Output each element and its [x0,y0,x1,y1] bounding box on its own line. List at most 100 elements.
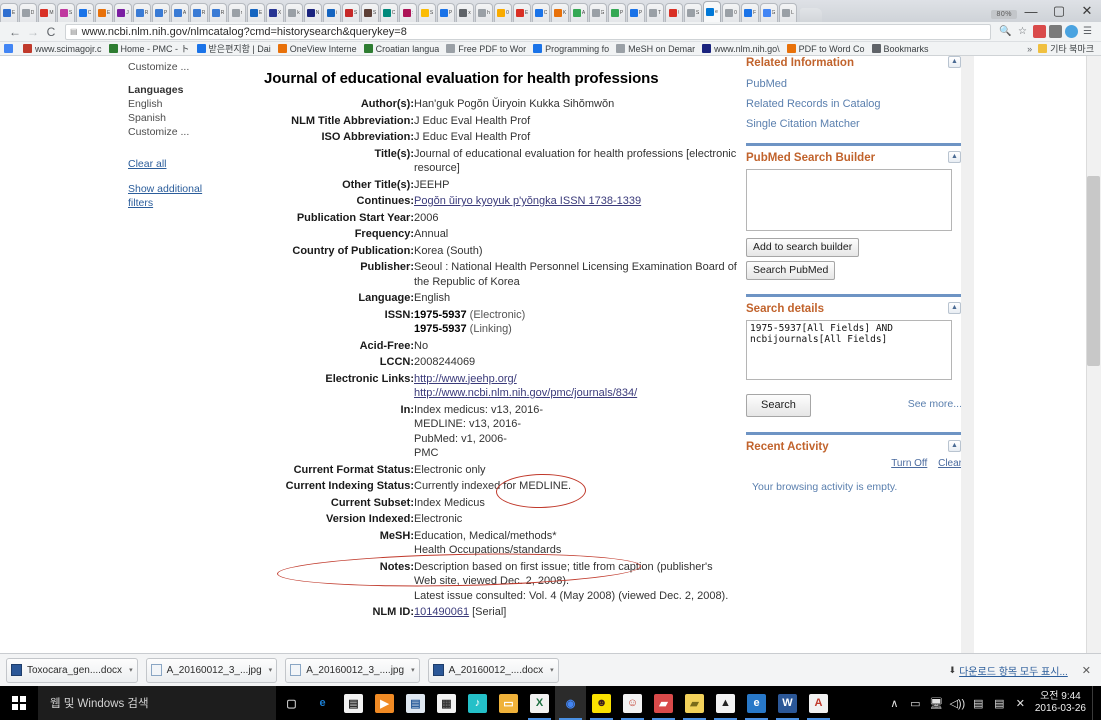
bookmark-item[interactable]: www.nlm.nih.go\ [702,44,780,54]
download-menu-caret[interactable]: ▾ [411,666,415,674]
zoom-icon[interactable]: 🔍 [998,24,1013,39]
clear-all-link[interactable]: Clear all [128,157,228,171]
add-to-search-builder-button[interactable]: Add to search builder [746,238,860,257]
task-view-icon[interactable]: ▢ [276,686,307,720]
tray-network-icon[interactable]: 🖥 [926,686,947,720]
browser-tab[interactable]: 0 [722,3,740,22]
facet-customize-top[interactable]: Customize ... [128,60,228,74]
browser-tab[interactable]: E [95,3,113,22]
tray-notification-badge[interactable]: ✕ [1010,686,1031,720]
browser-tab[interactable]: e [703,1,721,22]
browser-tab[interactable]: R [209,3,227,22]
excel-icon[interactable]: X [524,686,555,720]
window-close-button[interactable]: ✕ [1073,0,1101,22]
browser-tab[interactable]: x [456,3,474,22]
download-item[interactable]: Toxocara_gen....docx ▾ [6,657,138,683]
record-field-line[interactable]: 101490061 [Serial] [414,605,738,620]
back-button[interactable]: ← [6,23,24,41]
see-more-link[interactable]: See more... [908,398,962,410]
other-bookmarks-folder[interactable]: 기타 북마크 [1038,42,1094,55]
show-desktop-button[interactable] [1092,686,1099,720]
bookmark-item[interactable]: Free PDF to Wor [446,44,526,54]
bookmark-item[interactable]: Croatian langua [363,44,439,54]
bookmark-item[interactable]: 받은편지함 | Dai [196,42,271,55]
taskbar-clock[interactable]: 오전 9:44 2016-03-26 [1031,691,1092,715]
browser-tab[interactable]: E [0,3,18,22]
turn-off-link[interactable]: Turn Off [891,458,927,469]
tray-keyboard-icon[interactable]: ▤ [968,686,989,720]
photo-viewer-icon[interactable]: ▲ [710,686,741,720]
collapse-icon[interactable]: ▲ [948,302,961,314]
record-field-line[interactable]: http://www.jeehp.org/ [414,372,738,387]
show-all-downloads-link[interactable]: 다운로드 항목 모두 표시... [959,663,1068,678]
browser-tab[interactable]: C [532,3,550,22]
diamond-extension-icon[interactable] [1065,25,1078,38]
bookmark-apps-grid[interactable] [4,44,16,53]
browser-tab[interactable]: r [228,3,246,22]
window-maximize-button[interactable]: ▢ [1045,0,1073,22]
browser-tab[interactable]: N [304,3,322,22]
browser-tab[interactable]: / [665,3,683,22]
new-tab-button[interactable] [800,8,822,22]
browser-tab[interactable]: h [475,3,493,22]
clear-link[interactable]: Clear [938,458,962,469]
collapse-icon[interactable]: ▲ [948,56,961,68]
chrome-menu-icon[interactable]: ☰ [1080,24,1095,39]
download-menu-caret[interactable]: ▾ [550,666,554,674]
browser-tab[interactable]: S [418,3,436,22]
store-icon[interactable]: ▤ [338,686,369,720]
endnote-icon[interactable]: ▰ [648,686,679,720]
browser-tab[interactable]: G [589,3,607,22]
tray-action-center-icon[interactable]: ▤ [989,686,1010,720]
contacts-icon[interactable]: ▤ [400,686,431,720]
text-extension-icon[interactable] [1049,25,1062,38]
download-item[interactable]: A_20160012_3_....jpg ▾ [285,657,420,683]
show-additional-filters-link[interactable]: Show additional filters [128,182,228,210]
browser-tab[interactable]: P [608,3,626,22]
pdf-extension-icon[interactable] [1033,25,1046,38]
forward-button[interactable]: → [24,23,42,41]
browser-tab[interactable]: G [760,3,778,22]
bookmark-item[interactable]: OneView Interne [277,44,357,54]
bookmark-item[interactable]: www.scimagojr.c [23,44,102,54]
record-field-line[interactable]: http://www.ncbi.nlm.nih.gov/pmc/journals… [414,386,738,401]
edge-pinned-icon[interactable]: e [741,686,772,720]
browser-tab[interactable]: J [114,3,132,22]
facet-language-item[interactable]: Spanish [128,111,228,125]
panel-scroll-track[interactable] [961,56,974,653]
browser-tab[interactable]: X [266,3,284,22]
browser-tab[interactable]: S [57,3,75,22]
browser-tab[interactable]: C [76,3,94,22]
taskbar-search-box[interactable]: 웹 및 Windows 검색 [38,686,276,720]
browser-tab[interactable]: S [684,3,702,22]
address-bar[interactable]: ▤ www.ncbi.nlm.nih.gov/nlmcatalog?cmd=hi… [65,23,991,40]
browser-tab[interactable]: P [152,3,170,22]
page-info-icon[interactable]: ▤ [70,27,78,36]
tray-removable-drive-icon[interactable]: ▭ [905,686,926,720]
browser-tab[interactable]: P [437,3,455,22]
facet-language-item[interactable]: English [128,97,228,111]
browser-tab[interactable]: S [342,3,360,22]
edge-icon[interactable]: e [307,686,338,720]
bookmark-item[interactable]: PDF to Word Co [786,44,865,54]
download-menu-caret[interactable]: ▾ [269,666,273,674]
download-menu-caret[interactable]: ▾ [129,666,133,674]
bookmark-item[interactable]: Bookmarks [871,44,929,54]
browser-tab[interactable]: R [190,3,208,22]
browser-tab[interactable]: i [323,3,341,22]
chrome-icon[interactable]: ◉ [555,686,586,720]
related-information-link[interactable]: PubMed [746,74,962,94]
browser-tab[interactable]: E [247,3,265,22]
browser-tab[interactable]: L [779,3,797,22]
media-player-icon[interactable]: ▶ [369,686,400,720]
browser-tab[interactable]: : [399,3,417,22]
browser-tab[interactable]: K [551,3,569,22]
tray-volume-icon[interactable]: ◁)) [947,686,968,720]
downloads-shelf-close-button[interactable]: ✕ [1082,664,1091,677]
bookmark-item[interactable]: Home - PMC - ト [108,42,190,55]
bookmark-item[interactable]: Programming fo [533,44,609,54]
browser-tab[interactable]: 0 [494,3,512,22]
tray-chevron-icon[interactable]: ∧ [884,686,905,720]
file-explorer-icon[interactable]: ▭ [493,686,524,720]
bookmarks-overflow-chevron[interactable]: » [1027,44,1032,54]
